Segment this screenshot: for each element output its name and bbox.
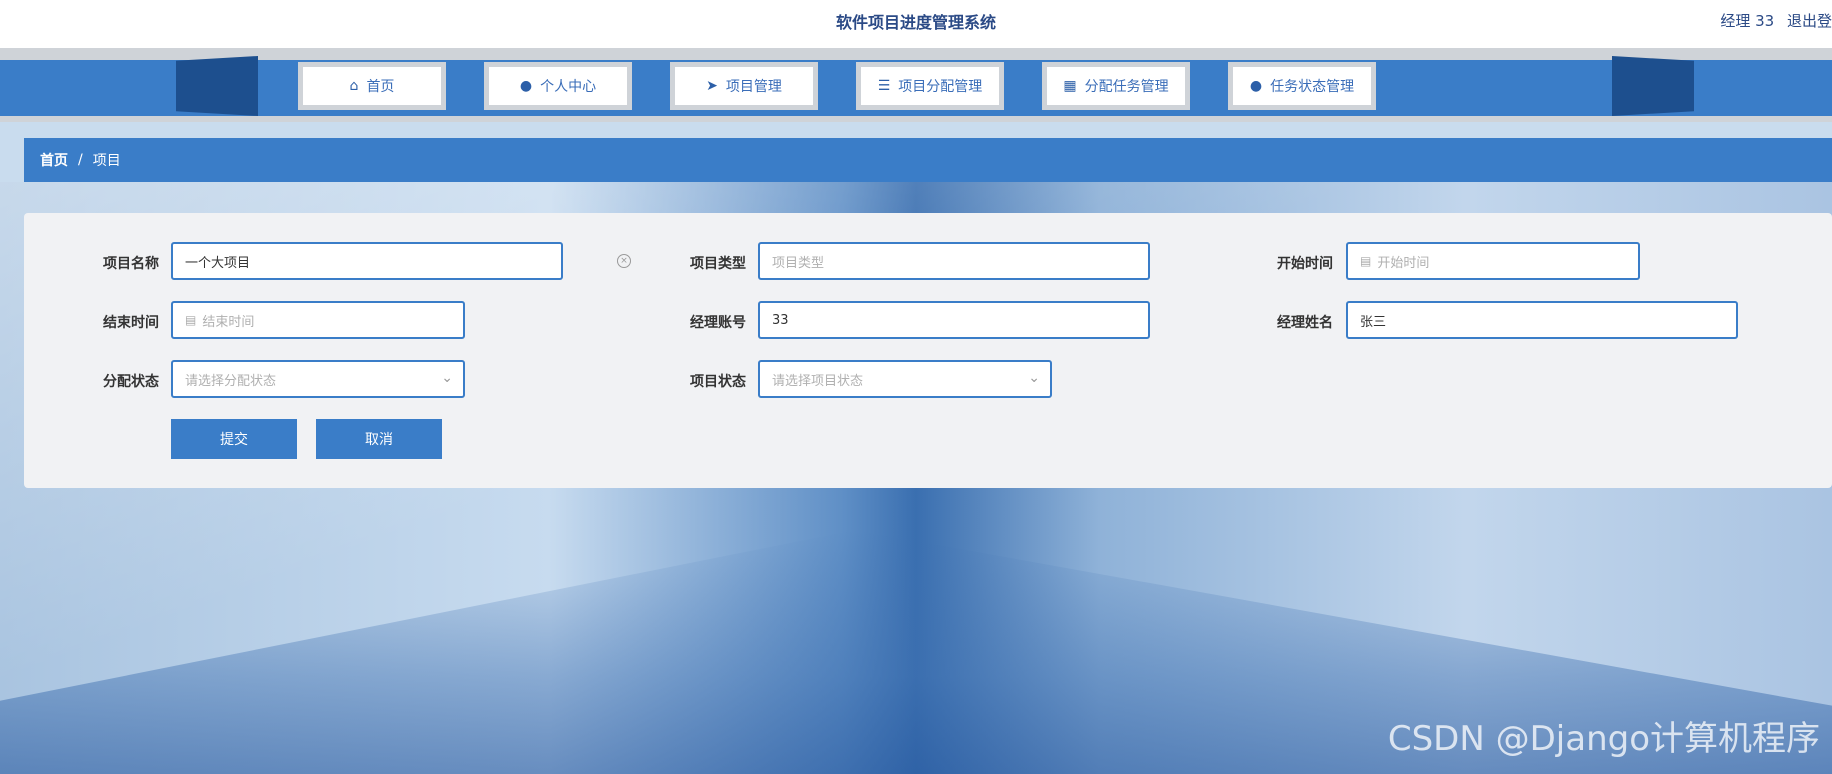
breadcrumb-separator: / [78,152,83,168]
submit-button[interactable]: 提交 [171,419,297,459]
start-time-label: 开始时间 [1277,256,1333,272]
project-status-label: 项目状态 [690,374,746,390]
start-time-picker[interactable]: ▤ 开始时间 [1346,242,1640,280]
nav-wing-right [1612,56,1694,116]
sliders-icon: ☰ [877,78,891,94]
nav-item-task-assignment[interactable]: ▦ 分配任务管理 [1042,62,1190,110]
project-type-placeholder: 项目类型 [772,255,825,271]
nav-item-project-assignment[interactable]: ☰ 项目分配管理 [856,62,1004,110]
project-type-input[interactable]: 项目类型 [758,242,1150,280]
nav-item-label: 项目分配管理 [898,79,983,95]
app-title: 软件项目进度管理系统 [835,13,996,32]
assign-status-select[interactable]: 请选择分配状态 ⌄ [171,360,465,398]
top-bar: 软件项目进度管理系统 经理 33 退出登 [0,0,1832,48]
paper-plane-icon: ➤ [706,78,718,94]
end-time-picker[interactable]: ▤ 结束时间 [171,301,465,339]
user-icon: ● [519,78,533,94]
manager-account-label: 经理账号 [690,315,746,331]
project-status-select[interactable]: 请选择项目状态 ⌄ [758,360,1052,398]
user-icon: ● [1249,78,1263,94]
project-name-label: 项目名称 [103,256,159,272]
project-name-value: 一个大项目 [185,255,251,271]
manager-name-value: 张三 [1360,314,1387,330]
nav-item-label: 分配任务管理 [1084,79,1169,95]
nav-item-label: 任务状态管理 [1270,79,1355,95]
project-status-placeholder: 请选择项目状态 [772,373,864,389]
nav-item-home[interactable]: ⌂ 首页 [298,62,446,110]
clear-icon[interactable]: × [617,254,631,268]
home-icon: ⌂ [349,78,359,94]
calendar-icon: ▤ [1360,254,1372,268]
manager-account-input[interactable]: 33 [758,301,1150,339]
manager-name-input[interactable]: 张三 [1346,301,1738,339]
manager-account-value: 33 [772,312,789,328]
breadcrumb-home[interactable]: 首页 [40,150,68,170]
project-type-label: 项目类型 [690,256,746,272]
nav-item-task-status[interactable]: ● 任务状态管理 [1228,62,1376,110]
project-name-input[interactable]: 一个大项目 [171,242,563,280]
user-area: 经理 33 退出登 [1712,10,1832,31]
nav-item-label: 首页 [366,79,395,95]
calendar-icon: ▤ [185,313,197,327]
assign-status-placeholder: 请选择分配状态 [185,373,277,389]
logout-link[interactable]: 退出登 [1787,12,1832,30]
breadcrumb-current: 项目 [92,153,121,169]
nav-item-project-management[interactable]: ➤ 项目管理 [670,62,818,110]
nav-wing-left [176,56,258,116]
manager-name-label: 经理姓名 [1277,315,1333,331]
start-time-placeholder: 开始时间 [1377,255,1430,271]
user-role-label: 经理 33 [1720,12,1775,30]
end-time-placeholder: 结束时间 [202,314,255,330]
assign-status-label: 分配状态 [103,374,159,390]
nav-item-label: 个人中心 [540,79,597,95]
nav-item-personal-center[interactable]: ● 个人中心 [484,62,632,110]
chevron-down-icon: ⌄ [441,370,453,386]
chevron-down-icon: ⌄ [1028,370,1040,386]
grid-icon: ▦ [1063,78,1077,94]
cancel-button[interactable]: 取消 [316,419,442,459]
nav-item-label: 项目管理 [725,79,782,95]
watermark: CSDN @Django计算机程序 [1387,719,1820,759]
breadcrumb: 首页 / 项目 [24,138,1832,182]
end-time-label: 结束时间 [103,315,159,331]
